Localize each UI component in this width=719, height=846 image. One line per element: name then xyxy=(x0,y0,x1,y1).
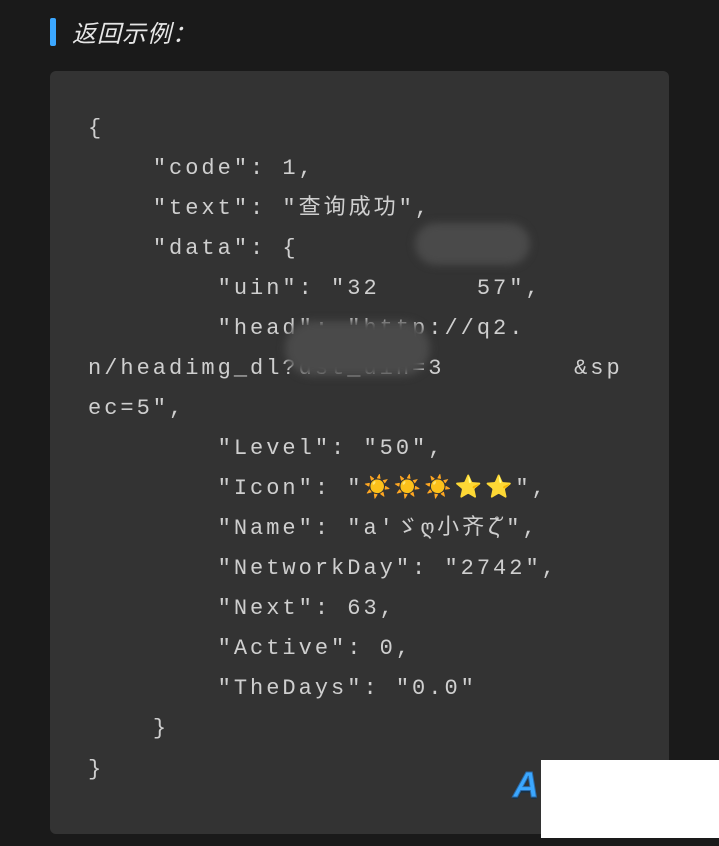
redaction-blur xyxy=(415,223,530,265)
section-heading-row: 返回示例： xyxy=(0,0,719,71)
heading-accent-bar xyxy=(50,18,56,46)
code-example-card: { "code": 1, "text": "查询成功", "data": { "… xyxy=(50,71,669,834)
watermark-letter: A xyxy=(513,764,539,806)
section-heading: 返回示例： xyxy=(72,14,197,49)
watermark-box xyxy=(541,760,719,838)
redaction-blur xyxy=(285,321,430,376)
json-code-block: { "code": 1, "text": "查询成功", "data": { "… xyxy=(88,109,631,790)
